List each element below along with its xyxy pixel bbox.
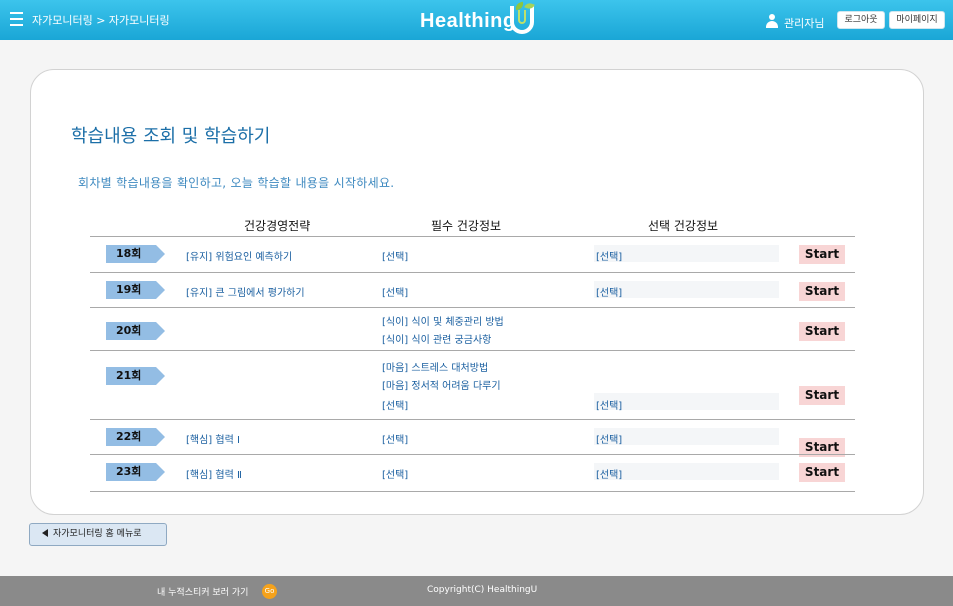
- round-tag: 19회: [106, 281, 165, 299]
- required-item[interactable]: [식이] 식이 관련 궁금사항: [382, 331, 491, 346]
- user-name: 관리자님: [784, 17, 825, 30]
- optional-select[interactable]: [선택]: [596, 466, 622, 481]
- start-button[interactable]: Start: [799, 386, 845, 405]
- required-item[interactable]: [식이] 식이 및 체중관리 방법: [382, 313, 504, 328]
- strategy-link[interactable]: [유지] 큰 그림에서 평가하기: [186, 284, 305, 299]
- top-header: 자가모니터링 > 자가모니터링 Healthing 관리자님 로그아웃 마이페이…: [0, 0, 953, 40]
- footer: 내 누적스티커 보러 가기 Go Copyright(C) HealthingU: [0, 576, 953, 606]
- arrow-left-icon: [42, 529, 48, 537]
- user-icon: [765, 14, 779, 28]
- healthingu-logo[interactable]: Healthing: [420, 1, 540, 36]
- optional-select[interactable]: [선택]: [596, 431, 622, 446]
- column-header-strategy: 건강경영전략: [244, 219, 311, 233]
- round-tag: 22회: [106, 428, 165, 446]
- round-tag: 23회: [106, 463, 165, 481]
- column-header-required: 필수 건강정보: [431, 219, 502, 233]
- start-button[interactable]: Start: [799, 282, 845, 301]
- divider: [90, 307, 855, 308]
- strategy-link[interactable]: [핵심] 협력 Ⅰ: [186, 431, 240, 446]
- breadcrumb: 자가모니터링 > 자가모니터링: [32, 14, 170, 27]
- sticker-link[interactable]: 내 누적스티커 보러 가기: [157, 585, 248, 598]
- required-select[interactable]: [선택]: [382, 284, 408, 299]
- required-item[interactable]: [마음] 정서적 어려움 다루기: [382, 377, 501, 392]
- strategy-link[interactable]: [유지] 위험요인 예측하기: [186, 248, 292, 263]
- go-coin-icon[interactable]: Go: [262, 584, 277, 599]
- divider: [90, 350, 855, 351]
- start-button[interactable]: Start: [799, 322, 845, 341]
- optional-select[interactable]: [선택]: [596, 284, 622, 299]
- start-button[interactable]: Start: [799, 463, 845, 482]
- column-header-optional: 선택 건강정보: [648, 219, 719, 233]
- optional-select[interactable]: [선택]: [596, 397, 622, 412]
- required-select[interactable]: [선택]: [382, 431, 408, 446]
- required-select[interactable]: [선택]: [382, 466, 408, 481]
- round-tag: 18회: [106, 245, 165, 263]
- logout-button[interactable]: 로그아웃: [837, 11, 885, 29]
- divider: [90, 454, 855, 455]
- round-tag: 20회: [106, 322, 165, 340]
- home-menu-button[interactable]: 자가모니터링 홈 메뉴로: [29, 523, 167, 546]
- required-select[interactable]: [선택]: [382, 397, 408, 412]
- start-button[interactable]: Start: [799, 245, 845, 264]
- home-menu-label: 자가모니터링 홈 메뉴로: [53, 529, 142, 539]
- content-panel: 학습내용 조회 및 학습하기 회차별 학습내용을 확인하고, 오늘 학습할 내용…: [30, 69, 924, 515]
- divider: [90, 491, 855, 492]
- required-item[interactable]: [마음] 스트레스 대처방법: [382, 359, 488, 374]
- divider: [90, 272, 855, 273]
- divider: [90, 236, 855, 237]
- optional-select[interactable]: [선택]: [596, 248, 622, 263]
- copyright-text: Copyright(C) HealthingU: [427, 585, 538, 595]
- divider: [90, 419, 855, 420]
- hamburger-menu-icon[interactable]: [10, 12, 23, 26]
- strategy-link[interactable]: [핵심] 협력 Ⅱ: [186, 466, 242, 481]
- page-title: 학습내용 조회 및 학습하기: [71, 126, 271, 147]
- mypage-button[interactable]: 마이페이지: [889, 11, 945, 29]
- round-tag: 21회: [106, 367, 165, 385]
- logo-u-mark: [510, 1, 535, 34]
- page-subtitle: 회차별 학습내용을 확인하고, 오늘 학습할 내용을 시작하세요.: [78, 176, 395, 190]
- logo-text: Healthing: [420, 10, 516, 32]
- required-select[interactable]: [선택]: [382, 248, 408, 263]
